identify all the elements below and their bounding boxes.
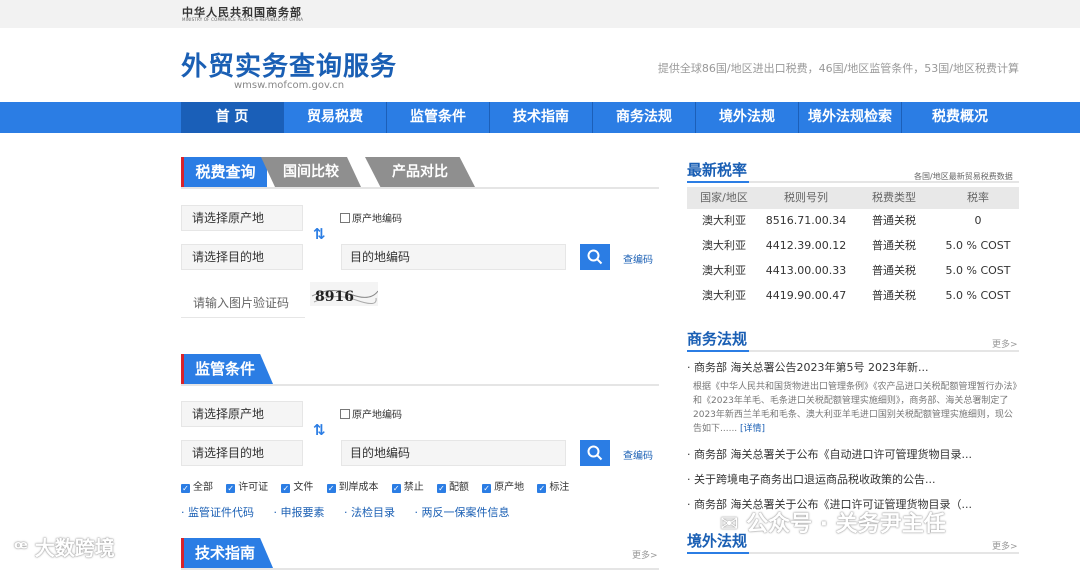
- detail-link[interactable]: [详情]: [740, 424, 765, 434]
- link-declaration-elements[interactable]: · 申报要素: [274, 506, 325, 519]
- filter-prohibited-checkbox[interactable]: ✓ 禁止: [391, 478, 424, 493]
- destination-select[interactable]: 请选择目的地: [181, 244, 303, 270]
- foreign-law-accent: [687, 552, 749, 554]
- tab-tax-query[interactable]: 税费查询: [181, 157, 267, 187]
- supervision-swap-icon[interactable]: ⇅: [313, 421, 326, 439]
- supervision-destination-select[interactable]: 请选择目的地: [181, 440, 303, 466]
- link-trade-remedy-cases[interactable]: · 两反一保案件信息: [415, 506, 510, 519]
- watermark-logo-icon: ꟹ: [14, 536, 28, 560]
- nav-tech-guide[interactable]: 技术指南: [490, 102, 593, 133]
- search-button[interactable]: [580, 244, 610, 270]
- tech-guide-title: 技术指南: [181, 538, 274, 568]
- filter-quota-checkbox[interactable]: ✓ 配额: [436, 478, 469, 493]
- main-nav: 首 页 贸易税费 监管条件 技术指南 商务法规 境外法规 境外法规检索 税费概况: [0, 102, 1080, 133]
- commerce-law-more-link[interactable]: 更多>: [992, 337, 1018, 350]
- list-item[interactable]: · 商务部 海关总署关于公布《自动进口许可管理货物目录...: [687, 446, 977, 462]
- watermark-right: ✉ 公众号 · 关务尹主任: [720, 512, 946, 537]
- filter-license-checkbox[interactable]: ✓ 许可证: [226, 478, 268, 493]
- nav-trade-tax[interactable]: 贸易税费: [284, 102, 387, 133]
- tab-country-compare[interactable]: 国间比较: [261, 157, 361, 187]
- nav-commerce-law[interactable]: 商务法规: [593, 102, 696, 133]
- captcha-image[interactable]: 8916: [310, 282, 378, 306]
- wechat-icon: ✉: [720, 512, 739, 537]
- nav-tax-overview[interactable]: 税费概况: [902, 102, 1018, 133]
- nav-supervision[interactable]: 监管条件: [387, 102, 490, 133]
- latest-rates-accent: [687, 181, 749, 183]
- site-header: 外贸实务查询服务 wmsw.mofcom.gov.cn 提供全球86国/地区进出…: [0, 28, 1080, 102]
- lookup-code-link[interactable]: 查编码: [623, 251, 653, 266]
- captcha-input[interactable]: 请输入图片验证码: [181, 288, 305, 318]
- supervision-filters: ✓ 全部 ✓ 许可证 ✓ 文件 ✓ 到岸成本 ✓ 禁止 ✓ 配额 ✓ 原产地 ✓ 标注: [181, 478, 579, 493]
- tax-query-tabs: 税费查询 国间比较 产品对比: [181, 157, 659, 189]
- top-bar: 中华人民共和国商务部 MINISTRY OF COMMERCE PEOPLE'S…: [0, 0, 1080, 28]
- ministry-name-en: MINISTRY OF COMMERCE PEOPLE'S REPUBLIC O…: [182, 17, 304, 22]
- filter-all-checkbox[interactable]: ✓ 全部: [181, 478, 213, 493]
- supervision-search-button[interactable]: [580, 440, 610, 466]
- site-description: 提供全球86国/地区进出口税费，46国/地区监管条件，53国/地区税费计算: [657, 62, 1019, 75]
- origin-code-checkbox[interactable]: 原产地编码: [340, 210, 402, 225]
- link-cert-codes[interactable]: · 监管证件代码: [181, 506, 254, 519]
- supervision-title: 监管条件: [181, 354, 274, 384]
- tech-guide-header: 技术指南: [181, 538, 659, 570]
- supervision-origin-code-checkbox[interactable]: 原产地编码: [340, 406, 402, 421]
- nav-home[interactable]: 首 页: [181, 102, 284, 133]
- list-item[interactable]: · 关于跨境电子商务出口退运商品税收政策的公告...: [687, 471, 977, 487]
- supervision-header: 监管条件: [181, 354, 659, 386]
- link-inspection-catalog[interactable]: · 法检目录: [344, 506, 395, 519]
- tech-guide-more-link[interactable]: 更多>: [632, 548, 658, 561]
- supervision-origin-select[interactable]: 请选择原产地: [181, 401, 303, 427]
- filter-document-checkbox[interactable]: ✓ 文件: [281, 478, 313, 493]
- nav-foreign-law-search[interactable]: 境外法规检索: [799, 102, 902, 133]
- filter-label-checkbox[interactable]: ✓ 标注: [537, 478, 569, 493]
- destination-code-input[interactable]: 目的地编码: [341, 244, 566, 270]
- watermark-left: ꟹ 大数跨境: [14, 536, 115, 560]
- tab-product-compare[interactable]: 产品对比: [365, 157, 475, 187]
- rates-table-header: 国家/地区 税则号列 税费类型 税率: [687, 187, 1019, 209]
- search-icon: [587, 249, 603, 265]
- table-row[interactable]: 澳大利亚 4419.90.00.47 普通关税 5.0 % COST: [687, 284, 1019, 308]
- swap-icon[interactable]: ⇅: [313, 225, 326, 243]
- commerce-law-accent: [687, 350, 749, 352]
- origin-select[interactable]: 请选择原产地: [181, 205, 303, 231]
- latest-rates-title: 最新税率: [687, 161, 748, 179]
- foreign-law-more-link[interactable]: 更多>: [992, 539, 1018, 552]
- filter-origin-checkbox[interactable]: ✓ 原产地: [482, 478, 524, 493]
- news-summary: 根据《中华人民共和国货物进出口管理条例》《农产品进口关税配额管理暂行办法》和《2…: [693, 382, 1018, 434]
- search-icon: [587, 445, 603, 461]
- table-row[interactable]: 澳大利亚 4413.00.00.33 普通关税 5.0 % COST: [687, 259, 1019, 283]
- nav-foreign-law[interactable]: 境外法规: [696, 102, 799, 133]
- list-item[interactable]: · 商务部 海关总署公告2023年第5号 2023年新...: [687, 359, 977, 375]
- table-row[interactable]: 澳大利亚 8516.71.00.34 普通关税 0: [687, 209, 1019, 233]
- filter-landed-cost-checkbox[interactable]: ✓ 到岸成本: [326, 478, 379, 493]
- supervision-destination-code-input[interactable]: 目的地编码: [341, 440, 566, 466]
- site-title[interactable]: 外贸实务查询服务: [181, 46, 397, 83]
- supervision-links: · 监管证件代码 · 申报要素 · 法检目录 · 两反一保案件信息: [181, 504, 526, 520]
- commerce-law-title: 商务法规: [687, 330, 748, 348]
- svg-text:8916: 8916: [315, 289, 354, 305]
- supervision-lookup-code-link[interactable]: 查编码: [623, 447, 653, 462]
- site-url: wmsw.mofcom.gov.cn: [234, 80, 345, 91]
- table-row[interactable]: 澳大利亚 4412.39.00.12 普通关税 5.0 % COST: [687, 234, 1019, 258]
